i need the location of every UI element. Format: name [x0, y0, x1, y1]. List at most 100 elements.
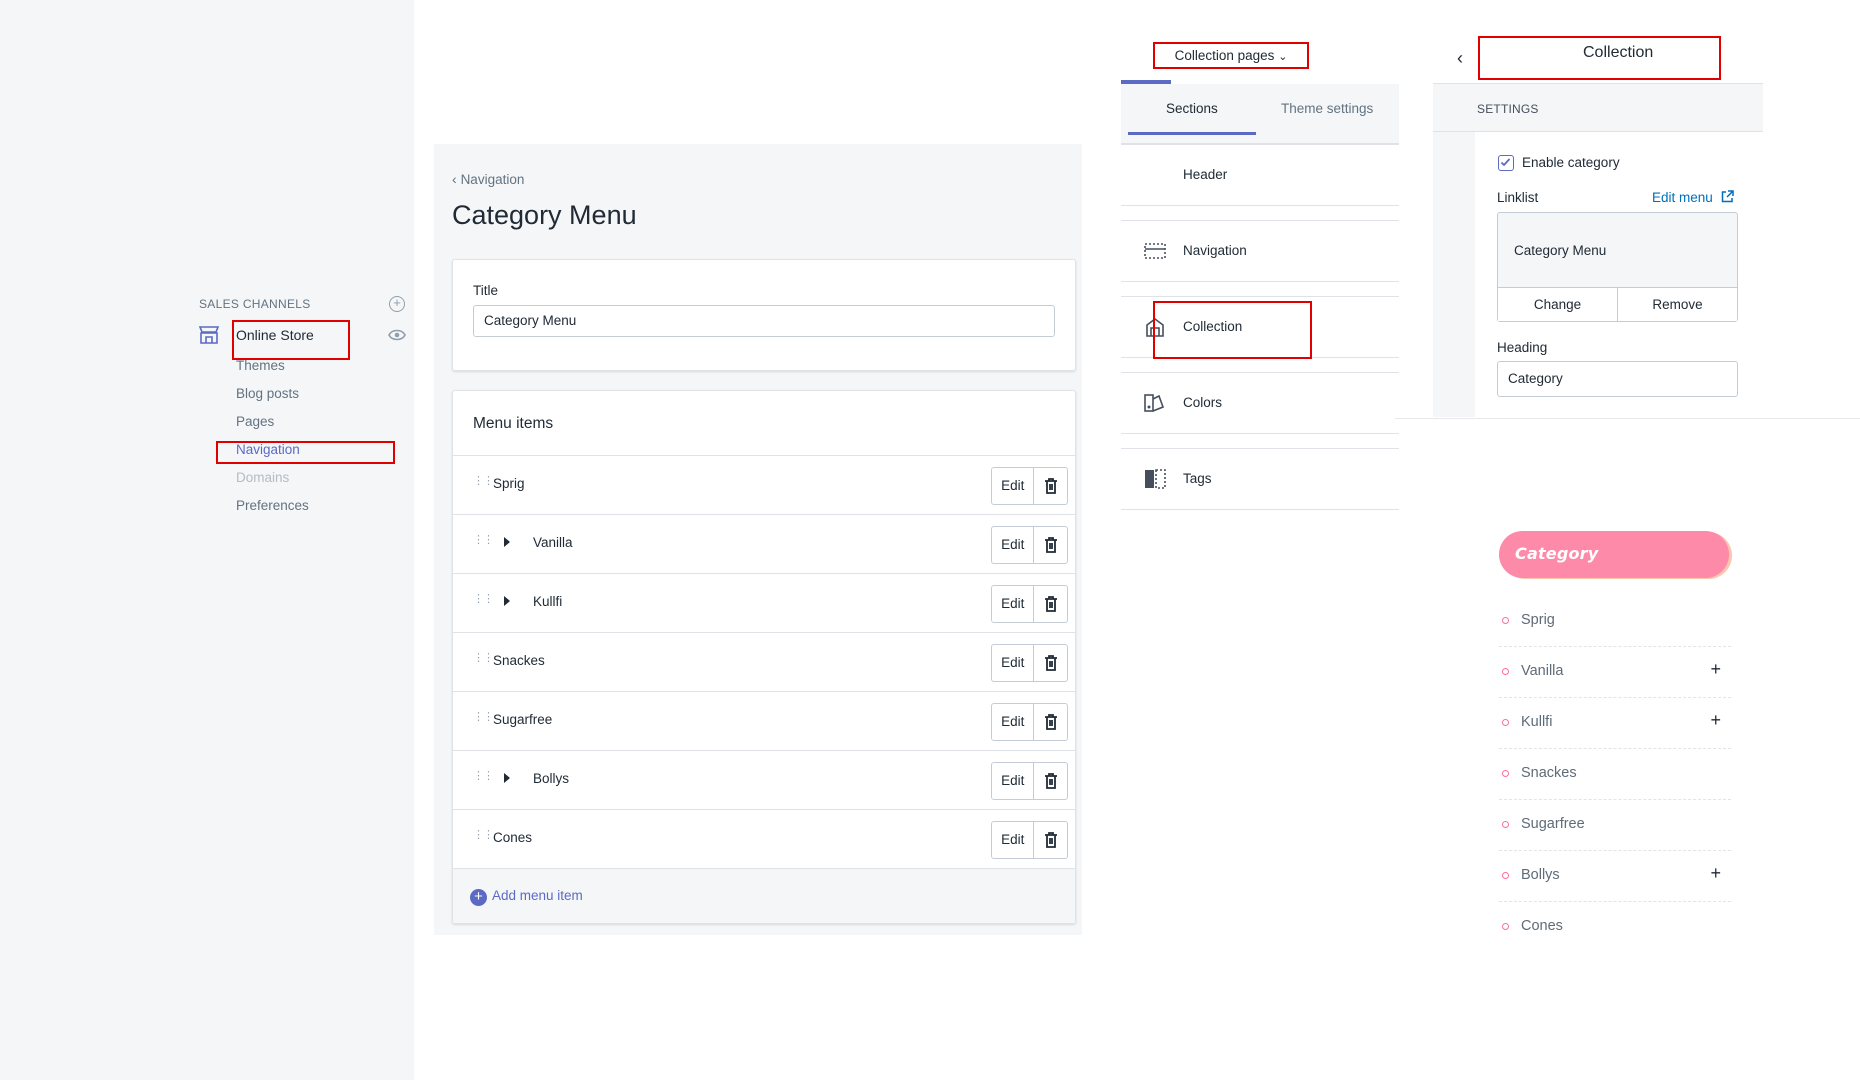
sales-channels-heading: SALES CHANNELS	[199, 297, 311, 311]
edit-button[interactable]: Edit	[992, 645, 1035, 681]
highlight-navigation	[216, 441, 395, 464]
category-item-label: Bollys	[1521, 867, 1560, 883]
category-list-item[interactable]: Vanilla +	[1499, 647, 1731, 698]
category-item-label: Vanilla	[1521, 663, 1564, 679]
menu-item-row[interactable]: ⋮⋮ Snackes Edit	[453, 632, 1075, 691]
drag-handle-icon[interactable]: ⋮⋮	[473, 476, 494, 490]
change-button[interactable]: Change	[1498, 288, 1617, 321]
edit-menu-link[interactable]: Edit menu	[1652, 190, 1734, 205]
heading-input[interactable]: Category	[1497, 361, 1738, 397]
section-colors[interactable]: Colors	[1121, 372, 1399, 434]
add-menu-item-link[interactable]: Add menu item	[492, 888, 583, 903]
trash-icon	[1044, 655, 1057, 671]
delete-button[interactable]	[1034, 586, 1067, 622]
category-item-label: Sugarfree	[1521, 816, 1585, 832]
menu-item-row[interactable]: ⋮⋮ Bollys Edit	[453, 750, 1075, 809]
enable-category-label: Enable category	[1522, 155, 1620, 170]
add-menu-item-footer: + Add menu item	[453, 868, 1075, 923]
bullet-icon	[1502, 617, 1509, 624]
drag-handle-icon[interactable]: ⋮⋮	[473, 653, 494, 667]
trash-icon	[1044, 478, 1057, 494]
linklist-box: Category Menu Change Remove	[1497, 212, 1738, 322]
delete-button[interactable]	[1034, 527, 1067, 563]
expand-plus-icon[interactable]: +	[1710, 710, 1721, 731]
sidebar-item-themes[interactable]: Themes	[236, 358, 285, 373]
section-label: Colors	[1183, 395, 1223, 410]
plus-circle-icon[interactable]: +	[470, 889, 487, 906]
remove-button[interactable]: Remove	[1617, 288, 1737, 321]
edit-button[interactable]: Edit	[992, 704, 1035, 740]
trash-icon	[1044, 773, 1057, 789]
category-list-item[interactable]: Bollys +	[1499, 851, 1731, 902]
tab-sections[interactable]: Sections	[1166, 101, 1218, 116]
category-list-item[interactable]: Sprig	[1499, 596, 1731, 647]
title-input[interactable]: Category Menu	[473, 305, 1055, 337]
menu-item-label: Sugarfree	[493, 712, 553, 727]
bullet-icon	[1502, 770, 1509, 777]
edit-button[interactable]: Edit	[992, 586, 1035, 622]
section-tags[interactable]: Tags	[1121, 448, 1399, 510]
menu-item-row[interactable]: ⋮⋮ Vanilla Edit	[453, 514, 1075, 573]
highlight-collection-header	[1478, 36, 1721, 80]
menu-item-row[interactable]: ⋮⋮ Cones Edit	[453, 809, 1075, 868]
menu-item-row[interactable]: ⋮⋮ Kullfi Edit	[453, 573, 1075, 632]
section-label: Navigation	[1183, 243, 1247, 258]
settings-left-strip	[1433, 83, 1475, 417]
category-list-item[interactable]: Sugarfree	[1499, 800, 1731, 851]
menu-item-label: Bollys	[533, 771, 570, 786]
delete-button[interactable]	[1034, 822, 1067, 858]
delete-button[interactable]	[1034, 704, 1067, 740]
delete-button[interactable]	[1034, 763, 1067, 799]
expand-plus-icon[interactable]: +	[1710, 863, 1721, 884]
edit-menu-label: Edit menu	[1652, 190, 1713, 205]
category-heading-pill: Category	[1499, 531, 1729, 578]
tab-theme-settings[interactable]: Theme settings	[1281, 101, 1373, 116]
menu-item-label: Snackes	[493, 653, 545, 668]
menu-item-label: Cones	[493, 830, 533, 845]
trash-icon	[1044, 714, 1057, 730]
chevron-left-icon[interactable]: ‹	[1457, 48, 1463, 69]
category-list-item[interactable]: Cones	[1499, 902, 1731, 953]
expand-caret-icon[interactable]	[504, 773, 510, 783]
menu-item-row[interactable]: ⋮⋮ Sprig Edit	[453, 455, 1075, 514]
bullet-icon	[1502, 821, 1509, 828]
drag-handle-icon[interactable]: ⋮⋮	[473, 830, 494, 844]
edit-button[interactable]: Edit	[992, 822, 1035, 858]
chevron-down-icon: ⌄	[1278, 51, 1288, 63]
section-navigation[interactable]: Navigation	[1121, 220, 1399, 282]
tags-section-icon	[1145, 469, 1166, 489]
delete-button[interactable]	[1034, 645, 1067, 681]
drag-handle-icon[interactable]: ⋮⋮	[473, 712, 494, 726]
edit-button[interactable]: Edit	[992, 763, 1035, 799]
page-type-dropdown[interactable]: Collection pages ⌄	[1153, 42, 1309, 69]
menu-item-row[interactable]: ⋮⋮ Sugarfree Edit	[453, 691, 1075, 750]
eye-icon[interactable]	[388, 329, 406, 341]
highlight-collection	[1153, 301, 1312, 359]
category-list-item[interactable]: Snackes	[1499, 749, 1731, 800]
sidebar-item-pages[interactable]: Pages	[236, 414, 274, 429]
edit-button[interactable]: Edit	[992, 527, 1035, 563]
sidebar-item-blog-posts[interactable]: Blog posts	[236, 386, 299, 401]
edit-button[interactable]: Edit	[992, 468, 1035, 504]
enable-category-checkbox[interactable]	[1498, 155, 1514, 171]
category-list-item[interactable]: Kullfi +	[1499, 698, 1731, 749]
delete-button[interactable]	[1034, 468, 1067, 504]
section-header[interactable]: Header	[1121, 144, 1399, 206]
category-heading: Category	[1515, 544, 1599, 563]
drag-handle-icon[interactable]: ⋮⋮	[473, 771, 494, 785]
expand-plus-icon[interactable]: +	[1710, 659, 1721, 680]
back-to-navigation-link[interactable]: ‹ Navigation	[452, 171, 524, 187]
add-channel-icon[interactable]: +	[389, 296, 405, 312]
page-type-label: Collection pages	[1174, 48, 1275, 63]
menu-items-heading: Menu items	[473, 415, 554, 432]
drag-handle-icon[interactable]: ⋮⋮	[473, 594, 494, 608]
trash-icon	[1044, 596, 1057, 612]
sidebar-item-domains[interactable]: Domains	[236, 470, 289, 485]
menu-item-label: Kullfi	[533, 594, 563, 609]
drag-handle-icon[interactable]: ⋮⋮	[473, 535, 494, 549]
expand-caret-icon[interactable]	[504, 596, 510, 606]
bullet-icon	[1502, 719, 1509, 726]
sidebar-item-preferences[interactable]: Preferences	[236, 498, 309, 513]
expand-caret-icon[interactable]	[504, 537, 510, 547]
back-link-label: Navigation	[460, 172, 525, 187]
